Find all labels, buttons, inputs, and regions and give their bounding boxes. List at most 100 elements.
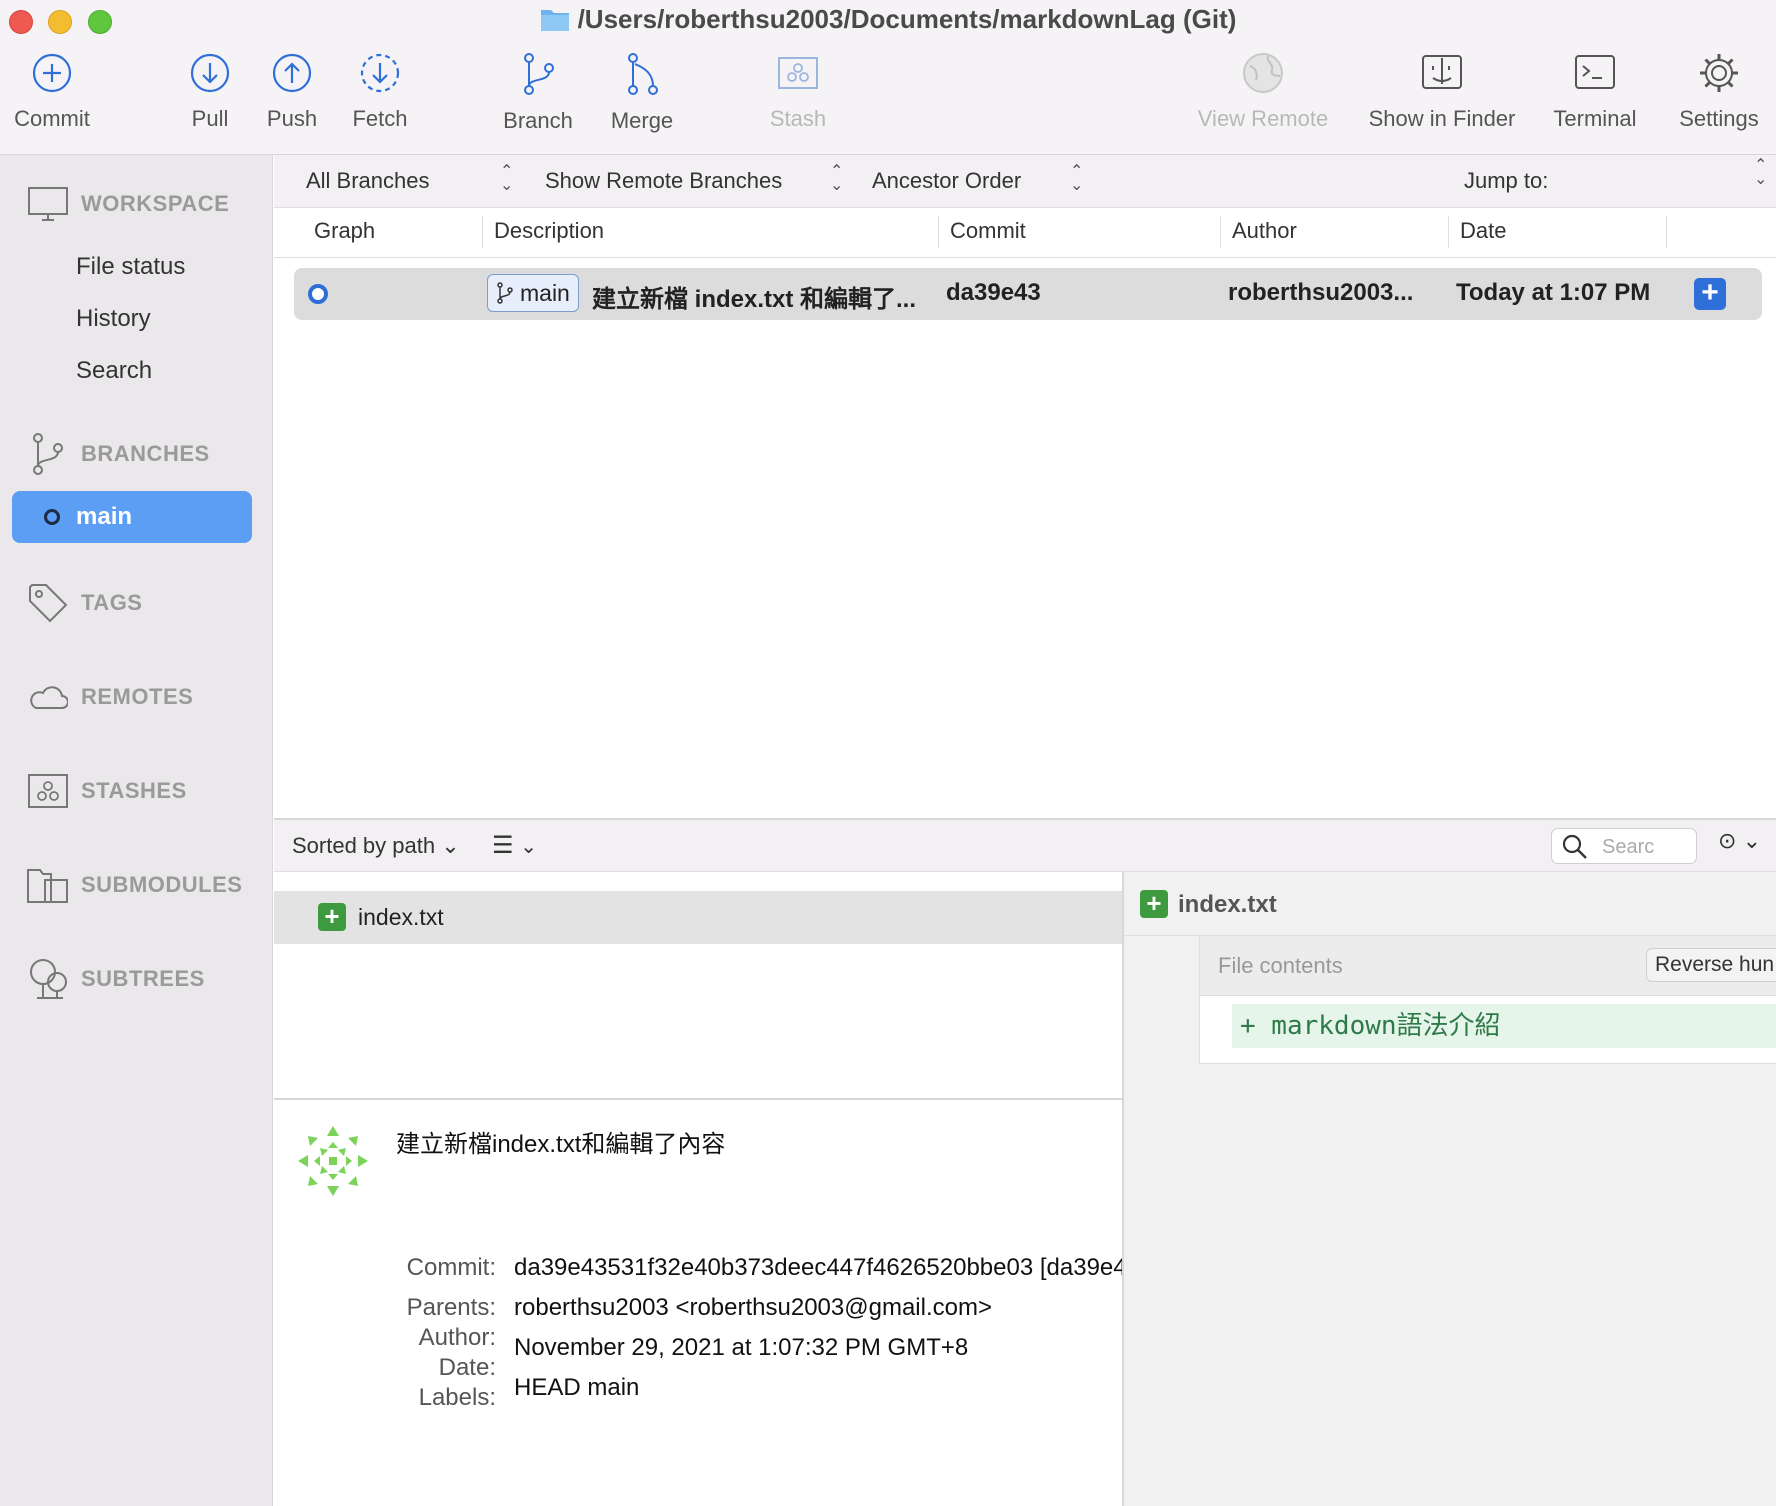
sort-select[interactable]: Sorted by path ⌄ xyxy=(292,833,460,859)
commit-row[interactable]: main 建立新檔 index.txt 和編輯了... da39e43 robe… xyxy=(294,268,1762,320)
sidebar-section-workspace[interactable]: WORKSPACE xyxy=(27,183,229,225)
file-list-item[interactable]: + index.txt xyxy=(274,891,1122,944)
window-title: /Users/roberthsu2003/Documents/markdownL… xyxy=(0,4,1776,39)
commit-details: 建立新檔index.txt和編輯了內容 Commit: Parents: Aut… xyxy=(274,1100,1122,1506)
current-branch-icon xyxy=(44,509,60,525)
push-button[interactable]: Push xyxy=(262,52,322,132)
diff-file-header: + index.txt xyxy=(1124,872,1776,936)
commit-description: 建立新檔 index.txt 和編輯了... xyxy=(592,286,917,313)
added-file-icon: + xyxy=(318,903,346,931)
chevron-down-icon: ⌄ xyxy=(441,833,460,858)
sidebar-section-submodules[interactable]: SUBMODULES xyxy=(27,864,242,906)
sidebar-item-branch-main[interactable]: main xyxy=(12,491,252,543)
updown-chevron-icon: ⌃ ⌄ xyxy=(830,163,844,194)
branch-icon xyxy=(497,282,513,304)
fetch-icon xyxy=(360,53,400,93)
jump-to-select[interactable]: Jump to: xyxy=(1464,168,1548,194)
diff-pane: + index.txt File contents Reverse hun + … xyxy=(1124,872,1776,1506)
finder-icon xyxy=(1422,55,1462,89)
detail-label-author: Author: xyxy=(418,1324,496,1351)
updown-chevron-icon: ⌃ ⌄ xyxy=(500,163,514,194)
detail-author: roberthsu2003 <roberthsu2003@gmail.com> xyxy=(514,1294,992,1321)
column-divider[interactable] xyxy=(482,216,483,248)
submodule-icon xyxy=(27,864,69,906)
sidebar: WORKSPACE File status History Search BRA… xyxy=(0,155,273,1506)
updown-chevron-icon: ⌃ ⌄ xyxy=(1754,157,1768,188)
sidebar-section-stashes[interactable]: STASHES xyxy=(27,770,187,812)
column-divider[interactable] xyxy=(1220,216,1221,248)
branch-button[interactable]: Branch xyxy=(498,52,578,134)
ellipsis-icon: ⊙ xyxy=(1718,828,1737,853)
hunk-header: File contents Reverse hun xyxy=(1200,936,1776,996)
file-search-input[interactable]: Searc xyxy=(1551,828,1697,864)
remote-branches-select[interactable]: Show Remote Branches xyxy=(545,168,782,194)
chevron-down-icon: ⌄ xyxy=(1742,828,1761,853)
diff-added-line: + markdown語法介紹 xyxy=(1232,1004,1776,1048)
detail-label-labels: Labels: xyxy=(418,1384,496,1411)
branches-filter-select[interactable]: All Branches xyxy=(306,168,430,194)
toolbar: /Users/roberthsu2003/Documents/markdownL… xyxy=(0,0,1776,155)
commit-message: 建立新檔index.txt和編輯了內容 xyxy=(396,1131,726,1158)
column-author[interactable]: Author xyxy=(1232,218,1297,244)
stash-icon xyxy=(778,57,818,89)
fetch-button[interactable]: Fetch xyxy=(340,52,420,132)
file-list-toolbar: Sorted by path ⌄ ☰ ⌄ Searc ⊙ ⌄ xyxy=(274,820,1776,872)
settings-button[interactable]: Settings xyxy=(1670,52,1768,132)
column-divider[interactable] xyxy=(938,216,939,248)
detail-commit-hash[interactable]: da39e43531f32e40b373deec447f4626520bbe03… xyxy=(514,1254,1122,1282)
view-remote-button[interactable]: View Remote xyxy=(1190,52,1336,132)
merge-icon xyxy=(628,53,658,95)
branch-icon xyxy=(524,53,554,95)
push-icon xyxy=(272,53,312,93)
sidebar-section-remotes[interactable]: REMOTES xyxy=(27,676,193,718)
commit-icon xyxy=(32,53,72,93)
pull-icon xyxy=(190,53,230,93)
detail-label-parents: Parents: xyxy=(406,1294,496,1321)
column-commit[interactable]: Commit xyxy=(950,218,1026,244)
search-icon xyxy=(1562,834,1587,859)
terminal-icon xyxy=(1575,55,1615,89)
commit-list-header: Graph Description Commit Author Date xyxy=(274,208,1776,258)
column-divider[interactable] xyxy=(1448,216,1449,248)
detail-date: November 29, 2021 at 1:07:32 PM GMT+8 xyxy=(514,1334,969,1361)
globe-icon xyxy=(1243,53,1283,93)
stash-icon xyxy=(27,770,69,812)
graph-node-icon xyxy=(308,284,328,304)
detail-label-commit: Commit: xyxy=(406,1254,496,1281)
pull-button[interactable]: Pull xyxy=(180,52,240,132)
add-icon[interactable]: + xyxy=(1694,278,1726,310)
sidebar-item-search[interactable]: Search xyxy=(76,357,152,385)
chevron-down-icon: ⌄ xyxy=(520,836,537,858)
sidebar-item-file-status[interactable]: File status xyxy=(76,253,185,281)
column-divider[interactable] xyxy=(1666,216,1667,248)
order-select[interactable]: Ancestor Order xyxy=(872,168,1021,194)
list-view-select[interactable]: ☰ ⌄ xyxy=(492,831,537,860)
detail-labels: HEAD main xyxy=(514,1374,640,1401)
folder-icon xyxy=(540,6,570,39)
more-options-button[interactable]: ⊙ ⌄ xyxy=(1718,828,1761,854)
reverse-hunk-button[interactable]: Reverse hun xyxy=(1646,948,1776,982)
column-description[interactable]: Description xyxy=(494,218,604,244)
sidebar-item-history[interactable]: History xyxy=(76,305,151,333)
terminal-button[interactable]: Terminal xyxy=(1546,52,1644,132)
merge-button[interactable]: Merge xyxy=(602,52,682,134)
cloud-icon xyxy=(27,676,69,718)
filter-bar: All Branches ⌃ ⌄ Show Remote Branches ⌃ ⌄ … xyxy=(274,155,1776,208)
detail-label-date: Date: xyxy=(438,1354,496,1381)
show-in-finder-button[interactable]: Show in Finder xyxy=(1364,52,1520,132)
column-graph[interactable]: Graph xyxy=(314,218,375,244)
updown-chevron-icon: ⌃ ⌄ xyxy=(1070,163,1084,194)
commit-button[interactable]: Commit xyxy=(12,52,92,132)
commit-author: roberthsu2003... xyxy=(1228,279,1414,306)
line-number-gutter xyxy=(1124,936,1200,1064)
sidebar-section-subtrees[interactable]: SUBTREES xyxy=(27,958,205,1000)
hunk-body: + markdown語法介紹 xyxy=(1200,996,1776,1064)
sidebar-section-branches[interactable]: BRANCHES xyxy=(27,433,210,475)
column-date[interactable]: Date xyxy=(1460,218,1506,244)
commit-date: Today at 1:07 PM xyxy=(1456,279,1651,306)
stash-button[interactable]: Stash xyxy=(758,52,838,132)
tag-icon xyxy=(27,582,69,624)
sidebar-section-tags[interactable]: TAGS xyxy=(27,582,142,624)
branch-tag[interactable]: main xyxy=(487,274,579,312)
monitor-icon xyxy=(27,183,69,225)
